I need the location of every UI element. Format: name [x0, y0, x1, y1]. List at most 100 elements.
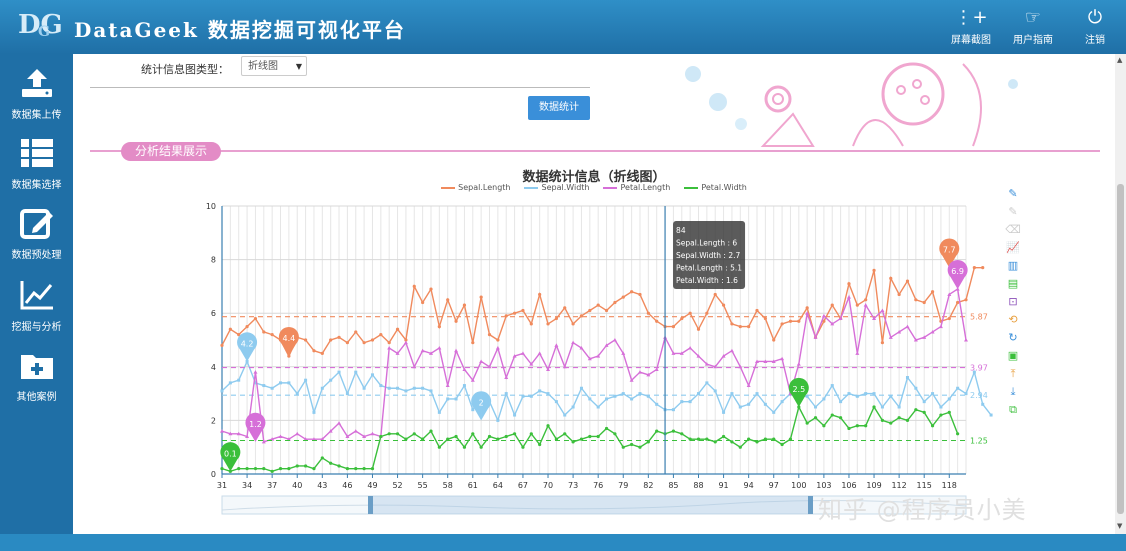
data-point: [538, 389, 542, 393]
data-point: [512, 432, 517, 436]
data-point: [237, 378, 241, 382]
tooltip-line: Sepal.Width : 2.7: [676, 251, 740, 260]
sidebar-item-preprocess[interactable]: 数据预处理: [0, 206, 73, 261]
restore-icon[interactable]: ⧉: [1005, 402, 1021, 418]
refresh-icon[interactable]: ↻: [1005, 330, 1021, 346]
data-point: [471, 408, 475, 412]
x-tick-label: 97: [769, 481, 779, 490]
scroll-up-icon[interactable]: ▲: [1117, 56, 1122, 64]
extreme-marker-label: 2: [479, 398, 484, 407]
data-point: [763, 316, 767, 321]
scrollbar-thumb[interactable]: [1117, 184, 1124, 514]
sidebar-item-dataset-select[interactable]: 数据集选择: [0, 136, 73, 191]
sidebar-item-other-cases[interactable]: 其他案例: [0, 348, 73, 403]
data-point: [847, 282, 851, 286]
data-point: [312, 410, 316, 414]
data-point: [671, 408, 675, 412]
data-point: [880, 308, 885, 313]
data-point: [671, 325, 676, 329]
data-point: [747, 402, 751, 406]
data-point: [353, 429, 358, 433]
data-point: [345, 392, 349, 396]
data-point: [454, 319, 458, 323]
edit-icon: [19, 206, 55, 240]
data-point: [780, 400, 784, 404]
x-tick-label: 61: [468, 481, 478, 490]
data-point: [897, 416, 901, 420]
x-tick-label: 73: [568, 481, 578, 490]
data-point: [337, 421, 342, 425]
data-point: [396, 386, 400, 390]
sidebar-item-upload[interactable]: 数据集上传: [0, 66, 73, 121]
average-label: 5.87: [970, 313, 988, 322]
data-point: [847, 392, 851, 396]
pencil-icon[interactable]: ✎: [1005, 186, 1021, 202]
data-point: [487, 333, 492, 337]
data-point: [354, 467, 358, 471]
data-view-icon[interactable]: ▤: [1005, 276, 1021, 292]
top-bar: DG G DataGeek 数据挖掘可视化平台 ⋮+ 屏幕截图 ☞ 用户指南 ⏻ …: [0, 0, 1126, 54]
export-icon[interactable]: ⤒: [1005, 366, 1021, 382]
datazoom-handle-right[interactable]: [808, 496, 813, 514]
data-point: [554, 343, 559, 347]
sidebar-item-label: 挖掘与分析: [11, 322, 62, 333]
x-tick-label: 76: [593, 481, 603, 490]
y-tick-label: 10: [206, 202, 216, 211]
screenshot-button[interactable]: ⋮+ 屏幕截图: [940, 0, 1002, 54]
data-point: [922, 300, 926, 305]
data-point: [730, 322, 734, 326]
scroll-down-icon[interactable]: ▼: [1117, 522, 1122, 530]
data-point: [479, 295, 483, 299]
data-point: [897, 292, 901, 297]
data-point: [504, 434, 508, 439]
data-point: [303, 338, 308, 342]
data-point: [220, 467, 224, 471]
data-point: [729, 348, 734, 353]
datazoom-handle-left[interactable]: [368, 496, 373, 514]
extreme-marker-label: 6.9: [951, 267, 964, 276]
data-point: [270, 469, 274, 473]
data-point: [930, 290, 935, 294]
data-point: [981, 402, 985, 406]
data-point: [437, 410, 441, 414]
save-icon[interactable]: ▣: [1005, 348, 1021, 364]
data-point: [596, 303, 600, 307]
datazoom-window: [370, 496, 810, 514]
data-point: [905, 418, 910, 422]
zoom-reset-icon[interactable]: ⟲: [1005, 312, 1021, 328]
data-point: [722, 410, 726, 414]
data-point: [537, 351, 542, 355]
data-point: [604, 308, 609, 313]
bar-icon[interactable]: ▥: [1005, 258, 1021, 274]
zoom-icon[interactable]: ⊡: [1005, 294, 1021, 310]
download-icon[interactable]: ⤓: [1005, 384, 1021, 400]
data-point: [462, 303, 467, 307]
data-point: [270, 386, 274, 390]
data-point: [638, 445, 642, 449]
sidebar-item-mining[interactable]: 挖掘与分析: [0, 278, 73, 333]
data-point: [721, 434, 726, 439]
x-tick-label: 94: [744, 481, 754, 490]
scrollbar[interactable]: ▲ ▼: [1115, 54, 1126, 534]
x-tick-label: 58: [443, 481, 453, 490]
user-guide-button[interactable]: ☞ 用户指南: [1002, 0, 1064, 54]
logout-button[interactable]: ⏻ 注销: [1064, 0, 1126, 54]
tooltip-line: Petal.Width : 1.6: [676, 276, 738, 285]
data-point: [262, 330, 266, 334]
guide-icon: ☞: [1024, 6, 1042, 28]
data-point: [479, 359, 484, 363]
data-point: [395, 432, 400, 436]
x-tick-label: 67: [518, 481, 528, 490]
screenshot-icon: ⋮+: [954, 6, 988, 28]
line-icon[interactable]: 📈: [1005, 240, 1021, 256]
data-point: [563, 432, 567, 436]
data-point: [922, 410, 926, 414]
data-point: [295, 431, 300, 436]
data-point: [546, 392, 550, 396]
sidebar: 数据集上传 数据集选择 数据预处理 挖掘与分析 其他案例: [0, 54, 73, 534]
main-content: 统计信息图类型： 折线图 ▼ 数据统计 分析结果展示 数据统计信息（折线图） S…: [73, 54, 1115, 534]
x-tick-label: 85: [668, 481, 678, 490]
x-tick-label: 88: [693, 481, 703, 490]
data-point: [287, 381, 291, 385]
data-point: [329, 338, 333, 342]
